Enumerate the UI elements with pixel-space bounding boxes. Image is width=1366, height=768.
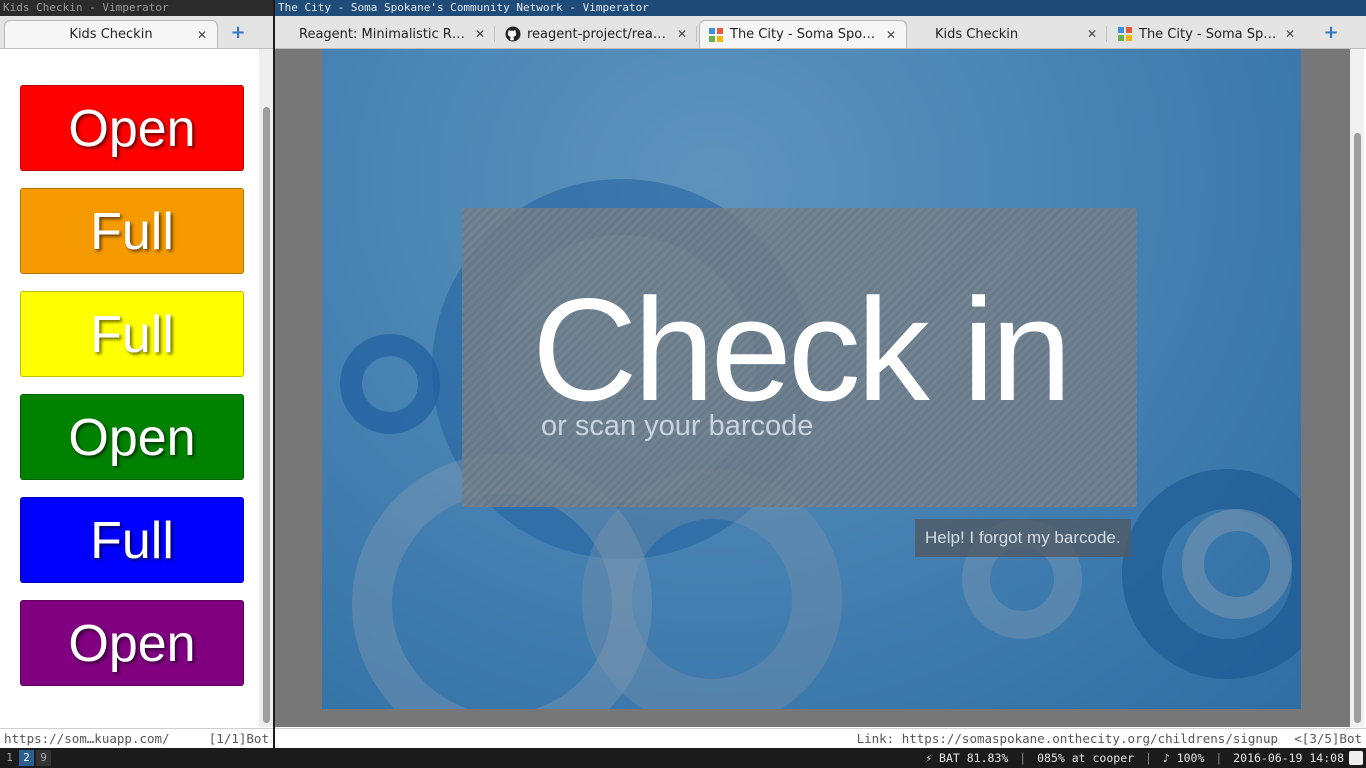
room-status-button[interactable]: Open [20, 394, 244, 480]
room-status-label: Open [68, 409, 196, 467]
workspace-button[interactable]: 1 [2, 750, 17, 766]
tab-bar: Reagent: Minimalistic R… ✕ reagent-proje… [275, 16, 1366, 49]
tab-label: Reagent: Minimalistic R… [299, 26, 465, 42]
system-taskbar: 1 2 9 ⚡ BAT 81.83% | 085% at cooper | ♪ … [0, 748, 1366, 768]
close-tab-icon[interactable]: ✕ [1085, 27, 1099, 41]
vertical-scrollbar[interactable] [259, 49, 273, 727]
scan-barcode-subtitle: or scan your barcode [541, 410, 814, 442]
tray-separator: | [1215, 751, 1223, 765]
tab-label: reagent-project/reag… [527, 26, 669, 42]
tab-label: Kids Checkin [935, 26, 1019, 42]
close-tab-icon[interactable]: ✕ [195, 28, 209, 42]
room-status-button[interactable]: Full [20, 291, 244, 377]
tray-separator: | [1019, 751, 1027, 765]
workspace-button-active[interactable]: 2 [19, 750, 34, 766]
scrollbar-thumb[interactable] [263, 107, 270, 723]
room-status-button[interactable]: Open [20, 85, 244, 171]
github-icon [505, 26, 521, 42]
close-tab-icon[interactable]: ✕ [884, 28, 898, 42]
room-status-label: Open [68, 615, 196, 673]
tray-separator: | [1144, 751, 1152, 765]
room-status-label: Full [90, 306, 174, 364]
battery-status: ⚡ BAT 81.83% [925, 751, 1009, 765]
left-browser-window: Kids Checkin - Vimperator Kids Checkin ✕… [0, 0, 273, 748]
thecity-icon [709, 27, 723, 42]
tab-kids-checkin[interactable]: Kids Checkin ✕ [927, 20, 1107, 48]
room-status-label: Full [90, 512, 174, 570]
forgot-barcode-button[interactable]: Help! I forgot my barcode. [915, 519, 1131, 557]
room-status-label: Open [68, 100, 196, 158]
close-tab-icon[interactable]: ✕ [1283, 27, 1297, 41]
close-tab-icon[interactable]: ✕ [675, 27, 689, 41]
thecity-icon [1118, 27, 1132, 41]
tab-label: The City - Soma Spo… [1139, 26, 1277, 42]
status-tray: ⚡ BAT 81.83% | 085% at cooper | ♪ 100% |… [925, 748, 1344, 768]
host-status: 085% at cooper [1037, 751, 1135, 765]
tab-the-city-active[interactable]: The City - Soma Spo… ✕ [699, 20, 907, 48]
status-position: [1/1]Bot [208, 731, 269, 746]
status-url: https://som…kuapp.com/ [4, 731, 170, 746]
volume-status: ♪ 100% [1162, 751, 1205, 765]
close-tab-icon[interactable]: ✕ [473, 27, 487, 41]
tab-the-city[interactable]: The City - Soma Spo… ✕ [1109, 20, 1305, 48]
scrollbar-thumb[interactable] [1354, 133, 1361, 723]
tab-reagent-github[interactable]: reagent-project/reag… ✕ [497, 20, 697, 48]
tab-reagent[interactable]: Reagent: Minimalistic R… ✕ [291, 20, 495, 48]
room-status-button[interactable]: Full [20, 497, 244, 583]
window-title: The City - Soma Spokane's Community Netw… [275, 0, 1366, 16]
status-position: <[3/5]Bot [1294, 731, 1362, 746]
new-tab-icon[interactable]: + [229, 24, 247, 42]
background-swirl [1182, 509, 1292, 619]
tab-bar: Kids Checkin ✕ + [0, 16, 273, 49]
room-status-button[interactable]: Full [20, 188, 244, 274]
tray-app-icon[interactable] [1349, 751, 1363, 765]
workspace-button[interactable]: 9 [36, 750, 51, 766]
clock: 2016-06-19 14:08 [1233, 751, 1344, 765]
vertical-scrollbar[interactable] [1350, 49, 1364, 727]
hovered-link-url: Link: https://somaspokane.onthecity.org/… [856, 731, 1278, 746]
room-status-button[interactable]: Open [20, 600, 244, 686]
tab-label: Kids Checkin [69, 27, 153, 42]
tab-kids-checkin[interactable]: Kids Checkin ✕ [4, 20, 218, 48]
checkin-stage: Check in or scan your barcode Help! I fo… [322, 49, 1301, 709]
right-browser-window: The City - Soma Spokane's Community Netw… [275, 0, 1366, 748]
status-line: Link: https://somaspokane.onthecity.org/… [275, 728, 1366, 748]
background-swirl [340, 334, 440, 434]
room-status-label: Full [90, 203, 174, 261]
tab-label: The City - Soma Spo… [730, 27, 876, 42]
page-content: Open Full Full Open Full Open [0, 49, 259, 727]
window-title: Kids Checkin - Vimperator [0, 0, 273, 16]
status-line: https://som…kuapp.com/ [1/1]Bot [0, 728, 273, 748]
new-tab-icon[interactable]: + [1322, 24, 1340, 42]
page-content: Check in or scan your barcode Help! I fo… [275, 49, 1350, 727]
check-in-heading[interactable]: Check in [532, 277, 1072, 423]
